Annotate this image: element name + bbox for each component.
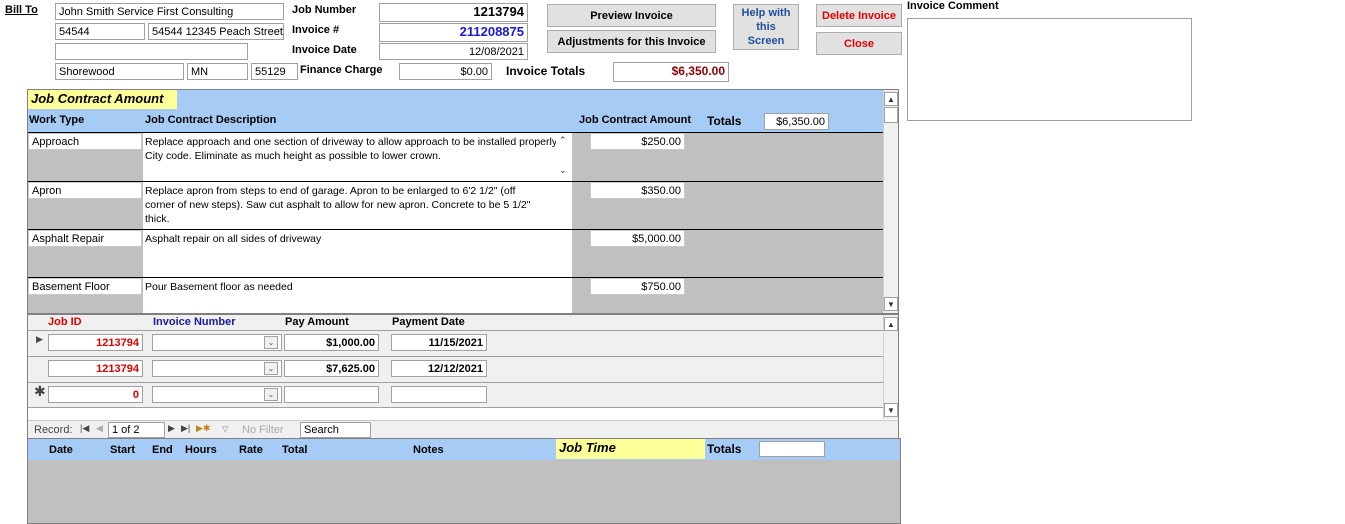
amount-field[interactable]: $350.00 — [590, 182, 685, 199]
invoice-totals-field: $6,350.00 — [613, 62, 729, 82]
record-position-field[interactable]: 1 of 2 — [108, 422, 165, 438]
invoice-comment-label: Invoice Comment — [907, 0, 999, 12]
total-header: Total — [282, 444, 308, 456]
help-button[interactable]: Help with this Screen — [733, 4, 799, 50]
invoice-number-header: Invoice Number — [153, 316, 236, 328]
first-record-icon[interactable]: |◀ — [80, 423, 89, 434]
new-blank-record-icon[interactable]: ▶✱ — [196, 423, 210, 434]
work-type-field[interactable]: Asphalt Repair — [28, 230, 142, 247]
customer-name-field[interactable]: John Smith Service First Consulting — [55, 3, 284, 20]
payment-date-field[interactable]: 11/15/2021 — [391, 334, 487, 351]
state-field[interactable]: MN — [187, 63, 248, 80]
scroll-up-icon[interactable]: ▲ — [884, 317, 898, 331]
next-record-icon[interactable]: ▶ — [168, 423, 175, 434]
pay-amount-field[interactable] — [284, 386, 379, 403]
scroll-up-icon[interactable]: ⌃ — [559, 135, 567, 146]
delete-invoice-button[interactable]: Delete Invoice — [816, 4, 902, 27]
description-field[interactable]: Replace apron from steps to end of garag… — [143, 182, 572, 229]
contract-scrollbar[interactable] — [883, 90, 898, 313]
pay-amount-field[interactable]: $1,000.00 — [284, 334, 379, 351]
scroll-down-icon[interactable]: ▼ — [884, 403, 898, 417]
job-time-totals-label: Totals — [707, 442, 742, 456]
job-id-field[interactable]: 1213794 — [48, 360, 143, 377]
adjustments-button[interactable]: Adjustments for this Invoice — [547, 30, 716, 53]
job-number-field[interactable]: 1213794 — [379, 3, 528, 22]
scroll-up-icon[interactable]: ▲ — [884, 92, 898, 106]
invoice-number-label: Invoice # — [292, 24, 340, 36]
city-field[interactable]: Shorewood — [55, 63, 184, 80]
amount-field[interactable]: $750.00 — [590, 278, 685, 295]
filter-icon[interactable]: ▿ — [222, 421, 229, 437]
job-time-title: Job Time — [556, 439, 705, 459]
chevron-down-icon[interactable]: ⌄ — [264, 336, 278, 349]
end-header: End — [152, 444, 173, 456]
notes-header: Notes — [413, 444, 444, 456]
job-id-field[interactable]: 0 — [48, 386, 143, 403]
job-id-header: Job ID — [48, 316, 82, 328]
invoice-comment-field[interactable] — [907, 18, 1192, 121]
amount-header: Job Contract Amount — [579, 114, 692, 126]
invoice-totals-label: Invoice Totals — [506, 64, 586, 78]
work-type-field[interactable]: Basement Floor — [28, 278, 142, 295]
start-header: Start — [110, 444, 136, 456]
pay-amount-header: Pay Amount — [285, 316, 349, 328]
zip-field[interactable]: 55129 — [251, 63, 298, 80]
contract-totals-field: $6,350.00 — [764, 113, 829, 130]
payment-date-header: Payment Date — [392, 316, 465, 328]
payment-date-field[interactable] — [391, 386, 487, 403]
description-field[interactable]: Pour Basement floor as needed — [143, 278, 572, 313]
invoice-number-combo[interactable] — [152, 334, 282, 351]
amount-field[interactable]: $5,000.00 — [590, 230, 685, 247]
job-id-field[interactable]: 1213794 — [48, 334, 143, 351]
description-scrollbar[interactable]: ⌃ ⌄ — [556, 133, 572, 181]
payment-date-field[interactable]: 12/12/2021 — [391, 360, 487, 377]
description-field[interactable]: Replace approach and one section of driv… — [143, 133, 572, 181]
rate-header: Rate — [239, 444, 263, 456]
invoice-number-combo[interactable] — [152, 360, 282, 377]
address-line2-field[interactable] — [55, 43, 248, 60]
search-input[interactable]: Search — [300, 422, 371, 438]
no-filter-button[interactable]: No Filter — [242, 424, 284, 436]
contract-totals-label: Totals — [707, 114, 742, 128]
invoice-date-label: Invoice Date — [292, 44, 357, 56]
previous-record-icon[interactable]: ◀ — [96, 423, 103, 434]
scroll-down-icon[interactable]: ▼ — [884, 297, 898, 311]
record-selector-icon[interactable]: ▶ — [36, 334, 43, 345]
invoice-date-field[interactable]: 12/08/2021 — [379, 43, 528, 60]
invoice-number-combo[interactable] — [152, 386, 282, 403]
last-record-icon[interactable]: ▶| — [181, 423, 190, 434]
scroll-down-icon[interactable]: ⌄ — [559, 165, 567, 176]
description-field[interactable]: Asphalt repair on all sides of driveway — [143, 230, 572, 277]
close-button[interactable]: Close — [816, 32, 902, 55]
preview-invoice-button[interactable]: Preview Invoice — [547, 4, 716, 27]
chevron-down-icon[interactable]: ⌄ — [264, 388, 278, 401]
customer-id-field[interactable]: 54544 — [55, 23, 145, 40]
contract-title: Job Contract Amount — [28, 90, 177, 109]
scroll-thumb[interactable] — [884, 107, 898, 123]
work-type-field[interactable]: Approach — [28, 133, 142, 150]
job-number-label: Job Number — [292, 4, 357, 16]
chevron-down-icon[interactable]: ⌄ — [264, 362, 278, 375]
amount-field[interactable]: $250.00 — [590, 133, 685, 150]
work-type-header: Work Type — [29, 114, 85, 126]
record-label: Record: — [34, 424, 73, 436]
bill-to-link[interactable]: Bill To — [5, 4, 38, 16]
hours-header: Hours — [185, 444, 217, 456]
address-field[interactable]: 54544 12345 Peach Street — [148, 23, 284, 40]
job-time-totals-field — [759, 441, 825, 457]
new-record-icon[interactable]: ✱ — [34, 383, 46, 400]
pay-amount-field[interactable]: $7,625.00 — [284, 360, 379, 377]
work-type-field[interactable]: Apron — [28, 182, 142, 199]
invoice-number-field[interactable]: 211208875 — [379, 23, 528, 42]
description-header: Job Contract Description — [145, 114, 277, 126]
date-header: Date — [49, 444, 73, 456]
finance-charge-label: Finance Charge — [300, 64, 383, 76]
finance-charge-field[interactable]: $0.00 — [399, 63, 492, 80]
